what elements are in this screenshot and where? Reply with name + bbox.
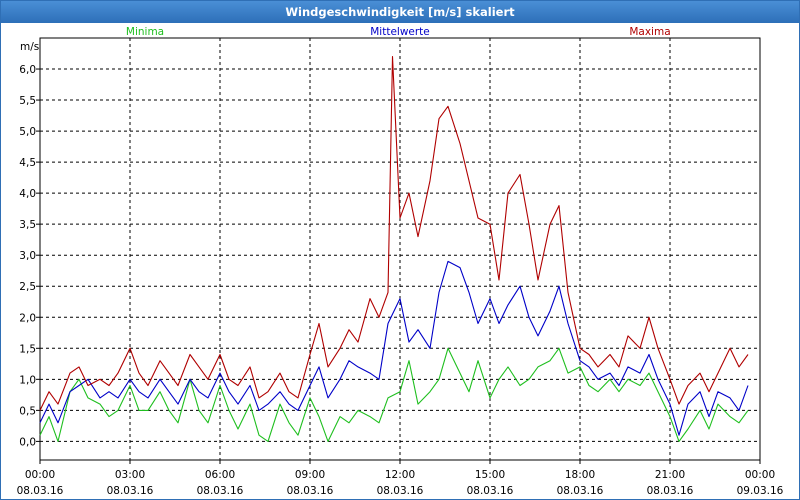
x-tick-date: 09.03.16 (737, 485, 784, 497)
x-axis-ticks: 00:00 08.03.16 03:00 08.03.16 06:00 08.03.16 0… (17, 460, 784, 497)
series-line-max (39, 56, 749, 411)
x-tick-time: 06:00 (205, 469, 235, 481)
x-tick-date: 08.03.16 (17, 485, 64, 497)
x-tick-date: 08.03.16 (197, 485, 244, 497)
y-tick-label: 0,5 (19, 405, 36, 417)
legend-max: Maxima (629, 26, 670, 38)
x-tick-date: 08.03.16 (377, 485, 424, 497)
x-tick-time: 00:00 (745, 469, 775, 481)
y-tick-label: 1,0 (19, 374, 36, 386)
x-tick-time: 09:00 (295, 469, 325, 481)
y-tick-label: 5,5 (19, 95, 36, 107)
x-tick-date: 08.03.16 (467, 485, 514, 497)
y-tick-label: 3,5 (19, 219, 36, 231)
x-tick-date: 08.03.16 (287, 485, 334, 497)
x-tick-date: 08.03.16 (557, 485, 604, 497)
y-tick-label: 3,0 (19, 250, 36, 262)
y-tick-label: 5,0 (19, 126, 36, 138)
x-tick-date: 08.03.16 (647, 485, 694, 497)
y-tick-label: 2,0 (19, 312, 36, 324)
y-tick-label: 4,0 (19, 188, 36, 200)
series-line-min (39, 347, 749, 442)
legend: Minima Mittelwerte Maxima (126, 26, 671, 38)
x-tick-time: 00:00 (25, 469, 55, 481)
x-tick-time: 18:00 (565, 469, 595, 481)
chart-canvas: m/s 0,0 0,5 1,0 1,5 2,0 2,5 3,0 3,5 4,0 4,5 5,0 5,5… (17, 26, 784, 497)
y-tick-label: 6,0 (19, 64, 36, 76)
y-axis-label: m/s (20, 41, 39, 53)
series-lines (39, 56, 749, 442)
x-tick-time: 15:00 (475, 469, 505, 481)
y-tick-label: 2,5 (19, 281, 36, 293)
x-tick-time: 12:00 (385, 469, 415, 481)
y-tick-label: 4,5 (19, 157, 36, 169)
x-tick-date: 08.03.16 (107, 485, 154, 497)
legend-mean: Mittelwerte (370, 26, 430, 38)
y-tick-label: 1,5 (19, 343, 36, 355)
legend-min: Minima (126, 26, 164, 38)
grid-lines (39, 38, 761, 460)
x-tick-time: 03:00 (115, 469, 145, 481)
y-axis-ticks: 0,0 0,5 1,0 1,5 2,0 2,5 3,0 3,5 4,0 4,5 5,0 5,5 6,0 (19, 64, 40, 448)
x-tick-time: 21:00 (655, 469, 685, 481)
y-tick-label: 0,0 (19, 436, 36, 448)
